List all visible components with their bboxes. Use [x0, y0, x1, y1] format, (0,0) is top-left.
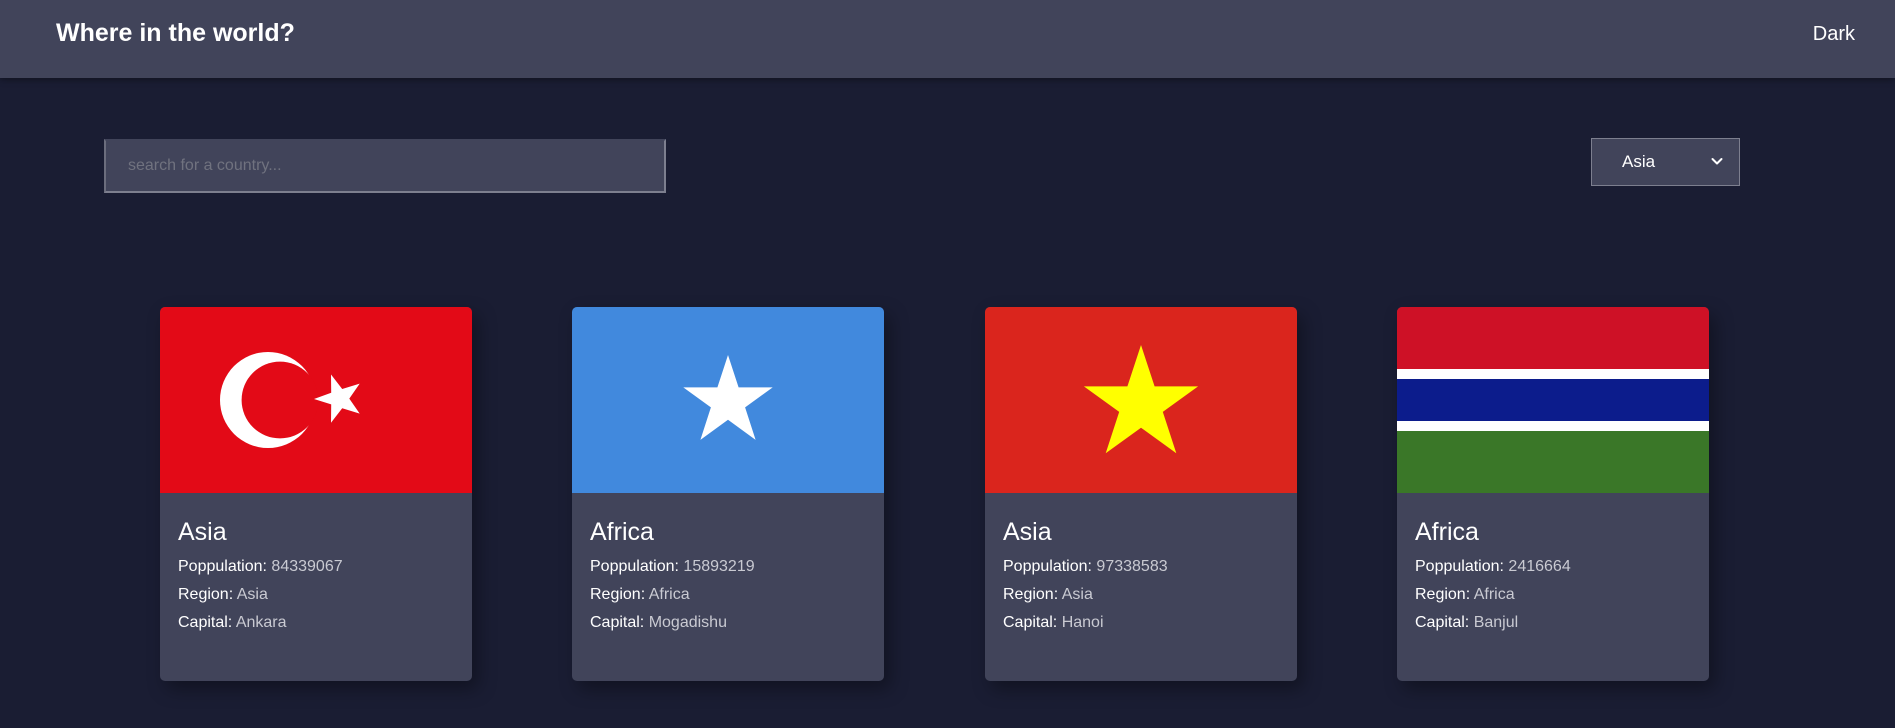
region-value: Asia	[236, 586, 268, 603]
population-row: Poppulation: 84339067	[178, 557, 343, 577]
country-name: Africa	[590, 518, 654, 546]
region-filter-select[interactable]: Asia	[1591, 138, 1740, 186]
population-row: Poppulation: 2416664	[1415, 557, 1571, 577]
region-row: Region: Asia	[1003, 585, 1093, 605]
gambia-flag-icon	[1397, 307, 1709, 493]
population-value: 2416664	[1508, 558, 1571, 575]
region-filter-value: Asia	[1622, 152, 1656, 171]
capital-value: Hanoi	[1061, 614, 1104, 631]
population-value: 15893219	[683, 558, 755, 575]
population-row: Poppulation: 15893219	[590, 557, 755, 577]
country-name: Asia	[178, 518, 227, 546]
dark-mode-toggle[interactable]: Dark	[1813, 22, 1855, 46]
page-title: Where in the world?	[56, 19, 295, 47]
country-name: Asia	[1003, 518, 1052, 546]
capital-value: Ankara	[235, 614, 287, 631]
country-card[interactable]: Asia Poppulation: 84339067 Region: Asia …	[160, 307, 472, 681]
region-value: Africa	[648, 586, 690, 603]
country-card[interactable]: Asia Poppulation: 97338583 Region: Asia …	[985, 307, 1297, 681]
population-row: Poppulation: 97338583	[1003, 557, 1168, 577]
capital-label: Capital:	[1415, 614, 1470, 631]
somalia-flag-icon	[572, 307, 884, 493]
population-label: Poppulation:	[1003, 558, 1092, 575]
population-label: Poppulation:	[1415, 558, 1504, 575]
search-input[interactable]	[104, 139, 666, 193]
capital-value: Banjul	[1473, 614, 1519, 631]
capital-row: Capital: Banjul	[1415, 613, 1518, 633]
region-label: Region:	[1415, 586, 1471, 603]
country-card[interactable]: Africa Poppulation: 15893219 Region: Afr…	[572, 307, 884, 681]
population-value: 97338583	[1096, 558, 1168, 575]
region-row: Region: Africa	[590, 585, 690, 605]
capital-row: Capital: Ankara	[178, 613, 287, 633]
population-label: Poppulation:	[178, 558, 267, 575]
region-row: Region: Africa	[1415, 585, 1515, 605]
chevron-down-icon	[1711, 158, 1723, 165]
region-label: Region:	[1003, 586, 1059, 603]
region-label: Region:	[178, 586, 234, 603]
vietnam-flag-icon	[985, 307, 1297, 493]
population-value: 84339067	[271, 558, 343, 575]
capital-row: Capital: Mogadishu	[590, 613, 727, 633]
region-label: Region:	[590, 586, 646, 603]
country-card[interactable]: Africa Poppulation: 2416664 Region: Afri…	[1397, 307, 1709, 681]
capital-value: Mogadishu	[648, 614, 727, 631]
capital-label: Capital:	[590, 614, 645, 631]
region-row: Region: Asia	[178, 585, 268, 605]
region-value: Asia	[1061, 586, 1093, 603]
capital-row: Capital: Hanoi	[1003, 613, 1104, 633]
header: Where in the world? Dark	[0, 0, 1895, 78]
capital-label: Capital:	[178, 614, 233, 631]
turkey-flag-icon	[160, 307, 472, 493]
capital-label: Capital:	[1003, 614, 1058, 631]
country-name: Africa	[1415, 518, 1479, 546]
region-value: Africa	[1473, 586, 1515, 603]
population-label: Poppulation:	[590, 558, 679, 575]
